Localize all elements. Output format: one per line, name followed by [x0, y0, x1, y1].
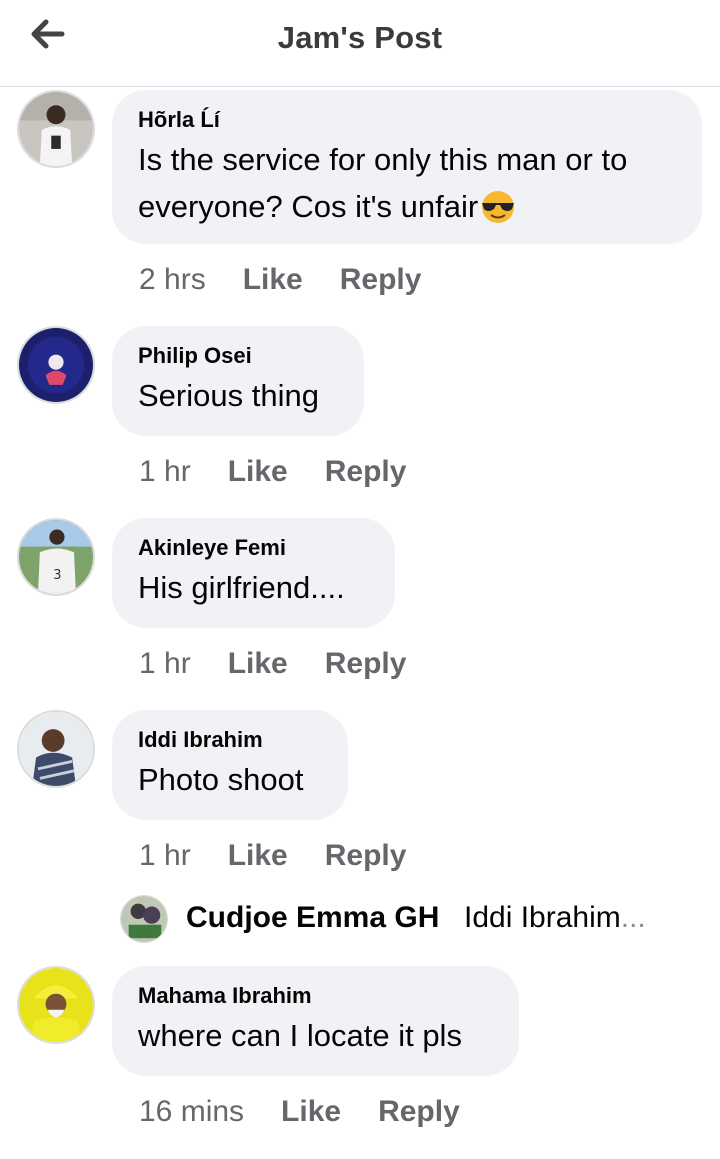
comment-actions: 1 hr Like Reply — [139, 647, 406, 681]
sunglasses-emoji-icon — [482, 191, 515, 223]
svg-text:3: 3 — [53, 568, 61, 583]
comment-text: Photo shoot — [138, 762, 304, 797]
page-title: Jam's Post — [277, 20, 443, 55]
comment-time[interactable]: 1 hr — [139, 647, 191, 680]
comment-bubble[interactable]: Hõrla Ĺí Is the service for only this ma… — [112, 90, 702, 244]
avatar[interactable]: 3 — [17, 518, 95, 596]
like-button[interactable]: Like — [243, 263, 303, 296]
like-button[interactable]: Like — [228, 455, 288, 488]
reply-button[interactable]: Reply — [340, 263, 422, 296]
avatar[interactable] — [17, 966, 95, 1044]
comment-actions: 2 hrs Like Reply — [139, 263, 421, 297]
avatar[interactable] — [17, 90, 95, 168]
avatar[interactable] — [17, 326, 95, 404]
reply-author[interactable]: Cudjoe Emma GH — [186, 901, 439, 935]
comment-bubble[interactable]: Akinleye Femi His girlfriend.... — [112, 518, 395, 628]
reply-button[interactable]: Reply — [325, 455, 407, 488]
reply-snippet-text: Iddi Ibrahim — [464, 901, 621, 934]
comment-time[interactable]: 16 mins — [139, 1095, 244, 1128]
comment-author[interactable]: Hõrla Ĺí — [138, 106, 676, 134]
comment-text-line: Is the service for only this man or to — [138, 142, 628, 177]
reply-ellipsis: ... — [620, 901, 646, 934]
like-button[interactable]: Like — [228, 647, 288, 680]
comment-author[interactable]: Iddi Ibrahim — [138, 726, 322, 754]
comment-text: Is the service for only this man or to e… — [138, 136, 676, 230]
reply-snippet: Iddi Ibrahim... — [464, 901, 646, 935]
comment-time[interactable]: 1 hr — [139, 455, 191, 488]
comment-actions: 1 hr Like Reply — [139, 839, 406, 873]
comment-text-line: everyone? Cos it's unfair — [138, 189, 479, 224]
comment-text: where can I locate it pls — [138, 1018, 462, 1053]
comment-time[interactable]: 1 hr — [139, 839, 191, 872]
comment-bubble[interactable]: Mahama Ibrahim where can I locate it pls — [112, 966, 519, 1076]
comment-actions: 1 hr Like Reply — [139, 455, 406, 489]
avatar[interactable] — [120, 895, 168, 943]
comment-text: Serious thing — [138, 378, 319, 413]
reply-button[interactable]: Reply — [325, 839, 407, 872]
post-header: Jam's Post — [0, 0, 720, 87]
reply-button[interactable]: Reply — [325, 647, 407, 680]
comment-author[interactable]: Akinleye Femi — [138, 534, 369, 562]
comment-author[interactable]: Philip Osei — [138, 342, 338, 370]
like-button[interactable]: Like — [228, 839, 288, 872]
comment-time[interactable]: 2 hrs — [139, 263, 206, 296]
like-button[interactable]: Like — [281, 1095, 341, 1128]
reply-button[interactable]: Reply — [378, 1095, 460, 1128]
comment-text: His girlfriend.... — [138, 570, 345, 605]
avatar[interactable] — [17, 710, 95, 788]
comment-bubble[interactable]: Iddi Ibrahim Photo shoot — [112, 710, 348, 820]
comment-bubble[interactable]: Philip Osei Serious thing — [112, 326, 364, 436]
comment-actions: 16 mins Like Reply — [139, 1095, 460, 1129]
comment-author[interactable]: Mahama Ibrahim — [138, 982, 493, 1010]
